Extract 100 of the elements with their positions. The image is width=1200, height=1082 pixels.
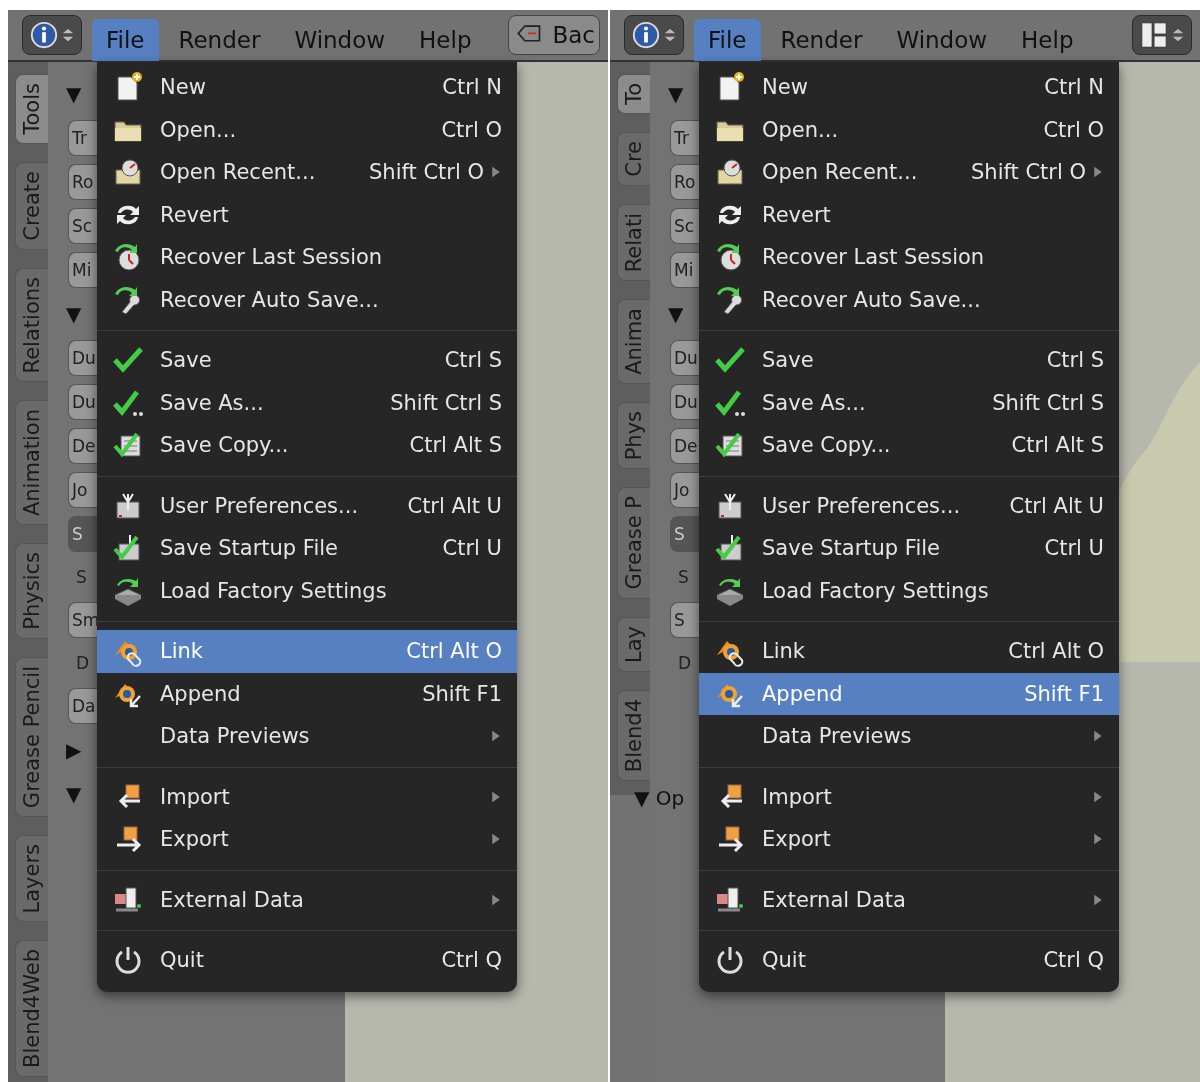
info-icon bbox=[29, 20, 59, 50]
menu-item[interactable]: Revert bbox=[699, 193, 1119, 236]
menu-item[interactable]: Export bbox=[97, 818, 517, 861]
tool-button[interactable]: Ro bbox=[670, 164, 700, 200]
panel-header-text[interactable]: ▶ bbox=[66, 732, 82, 768]
menu-item[interactable]: Save Copy... Ctrl Alt S bbox=[97, 424, 517, 467]
sidebar-tab[interactable]: Blend4 bbox=[617, 689, 650, 781]
sidebar-tab[interactable]: Lay bbox=[617, 616, 650, 672]
menu-item[interactable]: User Preferences... Ctrl Alt U bbox=[699, 484, 1119, 527]
menu-item[interactable]: Save Copy... Ctrl Alt S bbox=[699, 424, 1119, 467]
dropdown-button[interactable]: S bbox=[670, 516, 700, 552]
tool-button[interactable]: Du bbox=[670, 384, 700, 420]
tool-button[interactable]: Tr bbox=[670, 120, 700, 156]
menu-item[interactable]: Recover Auto Save... bbox=[97, 278, 517, 321]
sidebar-tab[interactable]: Create bbox=[15, 161, 48, 250]
section-label: S bbox=[75, 566, 87, 589]
sidebar-tab[interactable]: Blend4Web bbox=[15, 940, 48, 1078]
panel-header-text[interactable]: ▼ bbox=[66, 76, 82, 112]
menu-item[interactable]: Load Factory Settings bbox=[97, 569, 517, 612]
tool-button[interactable]: Du bbox=[68, 340, 98, 376]
sidebar-tab[interactable]: Layers bbox=[15, 834, 48, 923]
tool-button[interactable]: Tr bbox=[68, 120, 98, 156]
tool-button[interactable]: De bbox=[670, 428, 700, 464]
tool-button[interactable]: De bbox=[68, 428, 98, 464]
menu-tab[interactable]: Render bbox=[164, 19, 275, 61]
menu-item[interactable]: Save Ctrl S bbox=[699, 339, 1119, 382]
sidebar-tab[interactable]: Anima bbox=[617, 299, 650, 385]
menu-tab[interactable]: Help bbox=[1007, 19, 1088, 61]
editor-type-button[interactable] bbox=[624, 15, 684, 55]
sidebar-tab[interactable]: To bbox=[617, 74, 650, 115]
sidebar-tab[interactable]: Phys bbox=[617, 402, 650, 470]
sidebar-tab[interactable]: Cre bbox=[617, 132, 650, 186]
panel-header-text[interactable]: ▼ bbox=[66, 296, 82, 332]
menu-item[interactable]: Revert bbox=[97, 193, 517, 236]
menu-tab[interactable]: File bbox=[694, 19, 761, 61]
menu-item[interactable]: Quit Ctrl Q bbox=[699, 939, 1119, 982]
menu-tab[interactable]: Window bbox=[280, 19, 400, 61]
tool-button[interactable]: Jo bbox=[68, 472, 98, 508]
menu-item[interactable]: External Data bbox=[699, 878, 1119, 921]
menu-item[interactable]: Link Ctrl Alt O bbox=[699, 630, 1119, 673]
menu-tab[interactable]: Window bbox=[882, 19, 1002, 61]
menu-tab[interactable]: File bbox=[92, 19, 159, 61]
editor-type-button[interactable] bbox=[22, 15, 82, 55]
sidebar-tab[interactable]: Grease P bbox=[617, 487, 650, 599]
menu-item[interactable]: Export bbox=[699, 818, 1119, 861]
section-label: D bbox=[75, 652, 90, 675]
menu-item[interactable]: Quit Ctrl Q bbox=[97, 939, 517, 982]
menu-item[interactable]: Append Shift F1 bbox=[699, 672, 1119, 715]
section-label: D bbox=[677, 652, 692, 675]
back-button[interactable]: Bac bbox=[508, 15, 600, 55]
info-icon bbox=[631, 20, 661, 50]
menu-item[interactable]: Import bbox=[699, 775, 1119, 818]
tool-button[interactable]: Du bbox=[68, 384, 98, 420]
tool-button[interactable]: Mi bbox=[670, 252, 700, 288]
menu-item[interactable]: Import bbox=[97, 775, 517, 818]
panel-header-text[interactable]: ▼ Op bbox=[634, 780, 685, 816]
menu-item[interactable]: Load Factory Settings bbox=[699, 569, 1119, 612]
menu-item[interactable]: Save As... Shift Ctrl S bbox=[97, 381, 517, 424]
tool-button[interactable]: Sc bbox=[68, 208, 98, 244]
tool-button[interactable]: Da bbox=[68, 688, 98, 724]
tool-button[interactable]: S bbox=[670, 602, 700, 638]
sidebar-tab[interactable]: Physics bbox=[15, 543, 48, 639]
tool-button[interactable]: Jo bbox=[670, 472, 700, 508]
tool-button[interactable]: Du bbox=[670, 340, 700, 376]
dropdown-button[interactable]: S bbox=[68, 516, 98, 552]
menu-item[interactable]: Save Startup File Ctrl U bbox=[97, 527, 517, 570]
menu-item[interactable]: Recover Last Session bbox=[699, 236, 1119, 279]
tool-button[interactable]: Sc bbox=[670, 208, 700, 244]
sidebar-tab[interactable]: Relati bbox=[617, 203, 650, 282]
menu-item[interactable]: Open Recent... Shift Ctrl O bbox=[97, 151, 517, 194]
menu-item[interactable]: Open... Ctrl O bbox=[699, 108, 1119, 151]
sidebar-tab[interactable]: Animation bbox=[15, 399, 48, 526]
screen-layout-button[interactable] bbox=[1132, 15, 1192, 55]
menu-tab[interactable]: Help bbox=[405, 19, 486, 61]
section-label: S bbox=[677, 566, 689, 589]
sidebar-tab[interactable]: Grease Pencil bbox=[15, 656, 48, 817]
panel-header-text[interactable]: ▼ bbox=[668, 76, 684, 112]
sidebar-tab[interactable]: Tools bbox=[15, 74, 48, 144]
menu-item[interactable]: Data Previews bbox=[97, 715, 517, 758]
menu-item[interactable]: New Ctrl N bbox=[97, 66, 517, 109]
sidebar-tab[interactable]: Relations bbox=[15, 267, 48, 382]
tool-button[interactable]: Mi bbox=[68, 252, 98, 288]
menu-item[interactable]: Data Previews bbox=[699, 715, 1119, 758]
menu-item[interactable]: New Ctrl N bbox=[699, 66, 1119, 109]
menu-tab[interactable]: Render bbox=[766, 19, 877, 61]
menu-item[interactable]: Open Recent... Shift Ctrl O bbox=[699, 151, 1119, 194]
panel-header-text[interactable]: ▼ bbox=[66, 776, 82, 812]
menu-item[interactable]: Open... Ctrl O bbox=[97, 108, 517, 151]
menu-item[interactable]: External Data bbox=[97, 878, 517, 921]
menu-item[interactable]: Append Shift F1 bbox=[97, 672, 517, 715]
menu-item[interactable]: Save As... Shift Ctrl S bbox=[699, 381, 1119, 424]
menu-item[interactable]: Save Ctrl S bbox=[97, 339, 517, 382]
menu-item[interactable]: Recover Last Session bbox=[97, 236, 517, 279]
menu-item[interactable]: Link Ctrl Alt O bbox=[97, 630, 517, 673]
menu-item[interactable]: User Preferences... Ctrl Alt U bbox=[97, 484, 517, 527]
menu-item[interactable]: Recover Auto Save... bbox=[699, 278, 1119, 321]
tool-button[interactable]: Ro bbox=[68, 164, 98, 200]
panel-header-text[interactable]: ▼ bbox=[668, 296, 684, 332]
menu-item[interactable]: Save Startup File Ctrl U bbox=[699, 527, 1119, 570]
layout-icon bbox=[1139, 20, 1169, 50]
